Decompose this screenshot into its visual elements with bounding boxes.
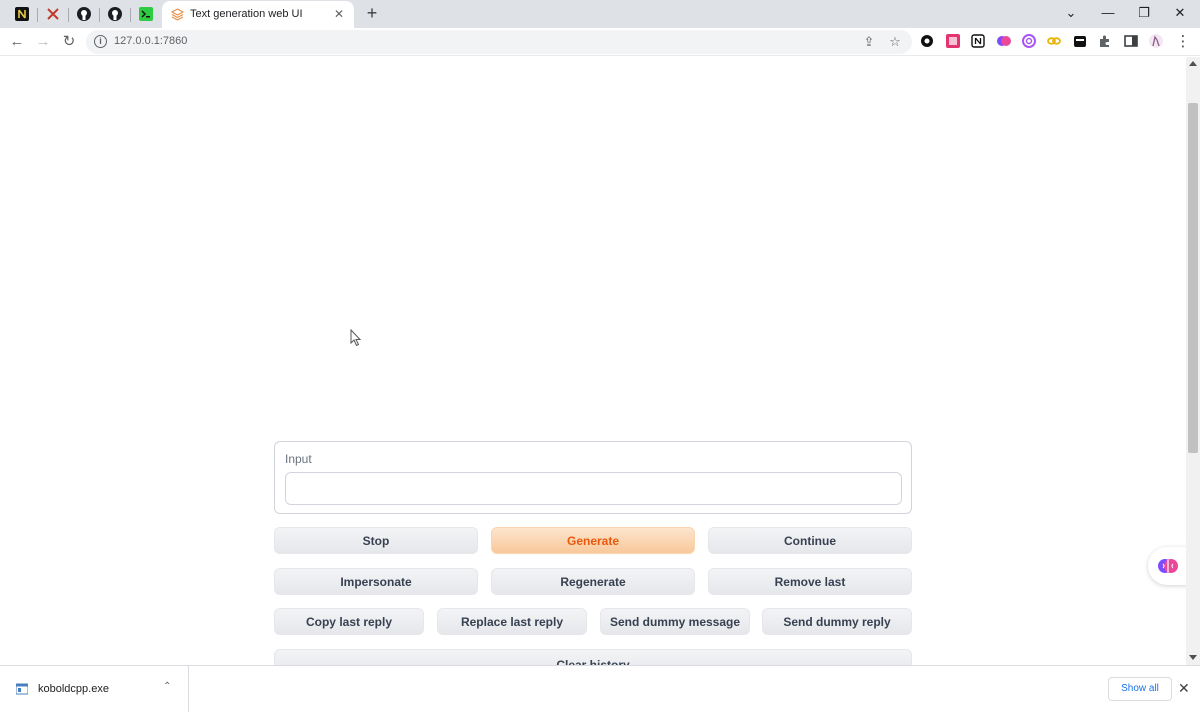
puzzle-extensions-icon[interactable] [1098,34,1112,48]
tab-separator [37,8,38,22]
input-textbox[interactable] [285,472,902,505]
minimize-icon[interactable]: — [1098,4,1118,22]
brain-assistant-button[interactable] [1148,547,1186,585]
address-bar[interactable]: i 127.0.0.1:7860 ⇪ ☆ [86,30,912,54]
clear-history-button[interactable]: Clear history [274,649,912,665]
notion-extension-icon[interactable] [971,34,985,48]
scrollbar-thumb[interactable] [1188,103,1198,453]
share-icon[interactable]: ⇪ [861,34,877,50]
tab-search-icon[interactable]: ⌄ [1061,4,1081,22]
tab-separator [68,8,69,22]
extension-pink-icon[interactable] [946,34,960,48]
tab-strip: Text generation web UI ✕ + ⌄ — ❐ ✕ [0,0,1200,28]
browser-toolbar: ← → ↻ i 127.0.0.1:7860 ⇪ ☆ ⋮ [0,28,1200,56]
page-scrollbar[interactable] [1186,57,1200,665]
restore-icon[interactable]: ❐ [1134,4,1154,22]
x-tab-icon[interactable] [44,5,62,23]
close-download-bar-icon[interactable]: ✕ [1178,680,1190,697]
send-dummy-reply-button[interactable]: Send dummy reply [762,608,912,635]
page-content: Input Stop Generate Continue Impersonate… [0,57,1186,665]
extension-circle-icon[interactable] [920,34,934,48]
browser-menu-icon[interactable]: ⋮ [1174,33,1192,51]
infinity-extension-icon[interactable] [1047,34,1061,48]
github-tab-icon[interactable] [75,5,93,23]
tab-title: Text generation web UI [190,8,303,20]
brain-icon [1158,559,1178,573]
impersonate-button[interactable]: Impersonate [274,568,478,595]
mouse-cursor-icon [350,329,362,347]
bookmark-star-icon[interactable]: ☆ [887,34,903,50]
download-file-name: koboldcpp.exe [38,683,109,695]
github-tab-icon-2[interactable] [106,5,124,23]
scroll-down-icon[interactable] [1189,655,1197,660]
input-label: Input [285,452,312,466]
clipboard-extension-icon[interactable] [1073,34,1087,48]
tab-separator [130,8,131,22]
terminal-tab-icon[interactable] [137,5,155,23]
close-tab-icon[interactable]: ✕ [332,7,346,21]
new-tab-button[interactable]: + [363,4,381,22]
info-icon[interactable]: i [94,35,107,48]
regenerate-button[interactable]: Regenerate [491,568,695,595]
exe-file-icon [16,683,28,695]
replace-last-reply-button[interactable]: Replace last reply [437,608,587,635]
tab-separator [99,8,100,22]
input-panel: Input [274,441,912,514]
generate-button[interactable]: Generate [491,527,695,554]
show-all-button[interactable]: Show all [1108,677,1172,701]
download-item[interactable]: koboldcpp.exe ⌃ [0,666,189,712]
chevron-up-icon[interactable]: ⌃ [163,681,171,692]
profile-avatar-icon[interactable] [1149,34,1163,48]
copy-last-reply-button[interactable]: Copy last reply [274,608,424,635]
download-bar: koboldcpp.exe ⌃ Show all ✕ [0,665,1200,712]
stop-button[interactable]: Stop [274,527,478,554]
remove-last-button[interactable]: Remove last [708,568,912,595]
window-close-icon[interactable]: ✕ [1170,4,1190,22]
continue-button[interactable]: Continue [708,527,912,554]
reload-icon[interactable]: ↻ [60,33,78,51]
scroll-up-icon[interactable] [1189,61,1197,66]
forward-icon[interactable]: → [34,33,52,51]
openai-extension-icon[interactable] [1022,34,1036,48]
send-dummy-message-button[interactable]: Send dummy message [600,608,750,635]
side-panel-icon[interactable] [1124,34,1138,48]
tab-text-generation[interactable]: Text generation web UI ✕ [162,1,354,28]
url-text[interactable]: 127.0.0.1:7860 [114,35,187,47]
layers-icon [171,8,184,21]
back-icon[interactable]: ← [8,33,26,51]
notion-tab-icon[interactable] [13,5,31,23]
brain-extension-icon[interactable] [997,34,1011,48]
